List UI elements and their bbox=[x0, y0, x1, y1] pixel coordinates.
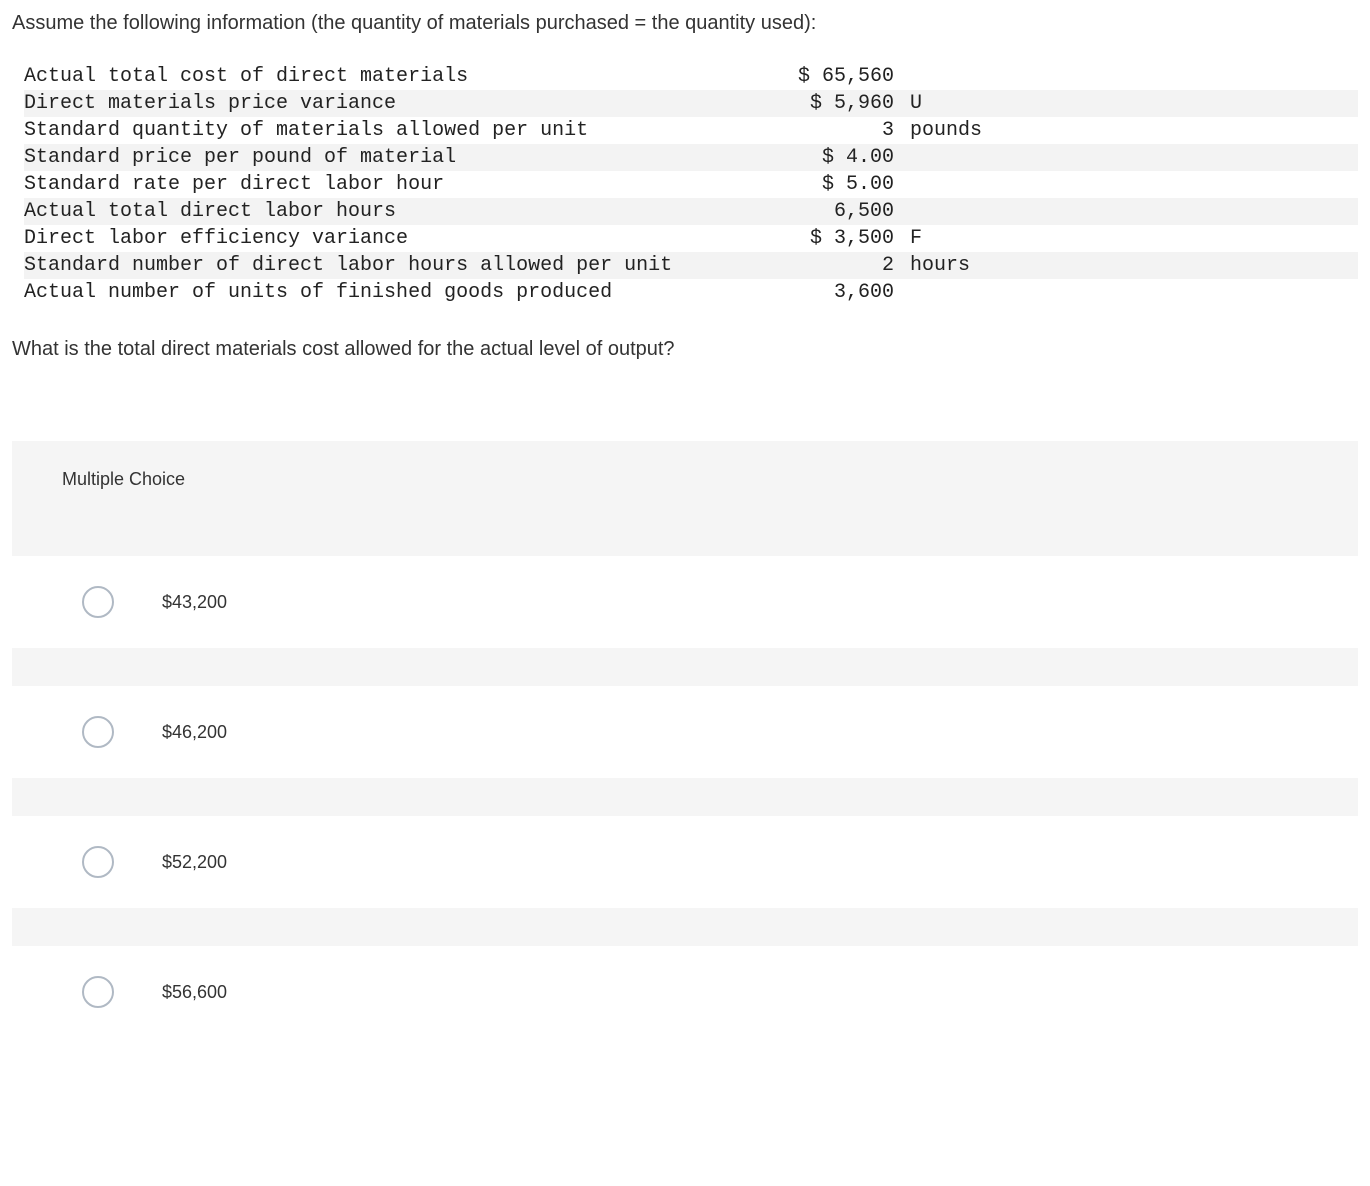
row-label: Actual number of units of finished goods… bbox=[24, 279, 774, 306]
data-table: Actual total cost of direct materials $ … bbox=[24, 63, 1358, 306]
row-value: 6,500 bbox=[774, 198, 894, 225]
row-value: $ 5,960 bbox=[774, 90, 894, 117]
table-row: Standard quantity of materials allowed p… bbox=[24, 117, 1358, 144]
mc-header: Multiple Choice bbox=[12, 441, 1358, 518]
row-suffix bbox=[894, 171, 898, 198]
option-label: $56,600 bbox=[162, 982, 227, 1003]
row-label: Standard rate per direct labor hour bbox=[24, 171, 774, 198]
radio-icon[interactable] bbox=[82, 976, 114, 1008]
row-suffix bbox=[894, 279, 898, 306]
row-label: Actual total cost of direct materials bbox=[24, 63, 774, 90]
radio-icon[interactable] bbox=[82, 716, 114, 748]
table-row: Direct materials price variance $ 5,960 … bbox=[24, 90, 1358, 117]
intro-text: Assume the following information (the qu… bbox=[12, 12, 1358, 35]
radio-icon[interactable] bbox=[82, 846, 114, 878]
table-row: Standard price per pound of material $ 4… bbox=[24, 144, 1358, 171]
row-label: Direct materials price variance bbox=[24, 90, 774, 117]
row-label: Standard number of direct labor hours al… bbox=[24, 252, 774, 279]
row-value: $ 4.00 bbox=[774, 144, 894, 171]
row-label: Actual total direct labor hours bbox=[24, 198, 774, 225]
row-suffix bbox=[894, 63, 898, 90]
option-label: $43,200 bbox=[162, 592, 227, 613]
row-suffix bbox=[894, 144, 898, 171]
option-item[interactable]: $46,200 bbox=[12, 686, 1358, 778]
row-value: 2 bbox=[774, 252, 894, 279]
table-row: Actual total direct labor hours 6,500 bbox=[24, 198, 1358, 225]
option-item[interactable]: $43,200 bbox=[12, 556, 1358, 648]
row-suffix: F bbox=[894, 225, 922, 252]
row-suffix: hours bbox=[894, 252, 970, 279]
row-label: Standard price per pound of material bbox=[24, 144, 774, 171]
question-text: What is the total direct materials cost … bbox=[12, 338, 1358, 361]
table-row: Actual total cost of direct materials $ … bbox=[24, 63, 1358, 90]
row-label: Standard quantity of materials allowed p… bbox=[24, 117, 774, 144]
table-row: Standard number of direct labor hours al… bbox=[24, 252, 1358, 279]
option-item[interactable]: $56,600 bbox=[12, 946, 1358, 1026]
row-value: $ 3,500 bbox=[774, 225, 894, 252]
table-row: Standard rate per direct labor hour $ 5.… bbox=[24, 171, 1358, 198]
row-suffix bbox=[894, 198, 898, 225]
row-value: $ 5.00 bbox=[774, 171, 894, 198]
table-row: Direct labor efficiency variance $ 3,500… bbox=[24, 225, 1358, 252]
option-label: $52,200 bbox=[162, 852, 227, 873]
row-suffix: pounds bbox=[894, 117, 982, 144]
option-label: $46,200 bbox=[162, 722, 227, 743]
table-row: Actual number of units of finished goods… bbox=[24, 279, 1358, 306]
row-value: 3,600 bbox=[774, 279, 894, 306]
row-value: 3 bbox=[774, 117, 894, 144]
radio-icon[interactable] bbox=[82, 586, 114, 618]
row-label: Direct labor efficiency variance bbox=[24, 225, 774, 252]
option-item[interactable]: $52,200 bbox=[12, 816, 1358, 908]
multiple-choice-container: Multiple Choice $43,200 $46,200 $52,200 … bbox=[12, 441, 1358, 1026]
row-suffix: U bbox=[894, 90, 922, 117]
row-value: $ 65,560 bbox=[774, 63, 894, 90]
